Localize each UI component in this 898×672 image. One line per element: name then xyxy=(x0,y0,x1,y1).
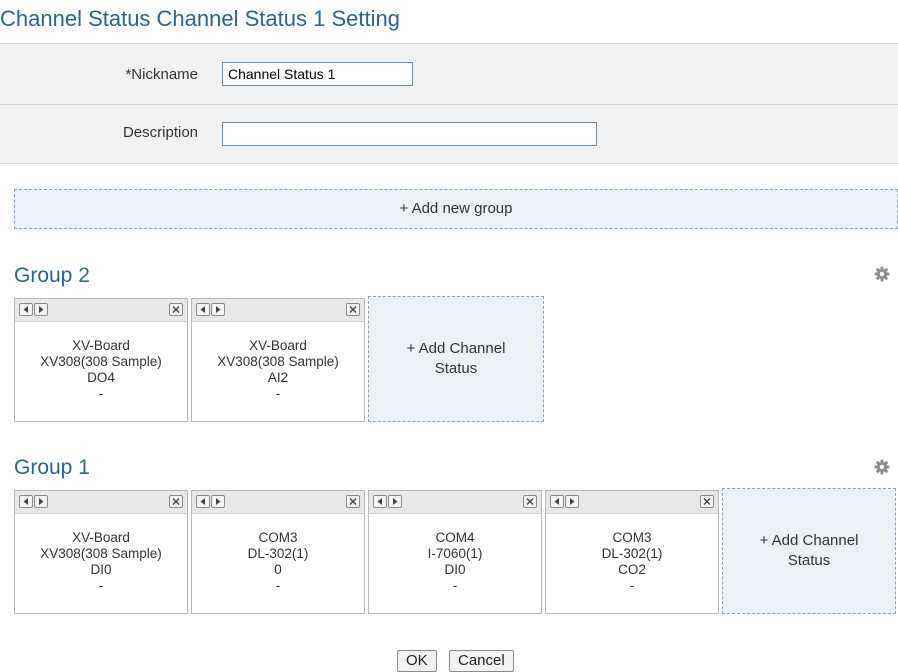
add-new-group-button[interactable]: + Add new group xyxy=(14,189,898,229)
nickname-row: *Nickname xyxy=(0,44,898,105)
arrow-right-icon[interactable] xyxy=(34,303,48,316)
card-line: 0 xyxy=(274,562,282,577)
add-channel-label: + Add Channel xyxy=(759,532,859,549)
arrow-left-icon[interactable] xyxy=(373,495,387,508)
card-line: - xyxy=(275,578,281,593)
nickname-input[interactable] xyxy=(222,62,413,86)
card-line: I-7060(1) xyxy=(427,546,483,561)
group-1-title: Group 1 xyxy=(14,456,90,479)
nickname-label: *Nickname xyxy=(125,66,198,83)
close-icon[interactable] xyxy=(346,495,360,508)
gear-icon[interactable] xyxy=(874,266,890,282)
add-channel-status-button[interactable]: + Add Channel Status xyxy=(722,488,896,614)
arrow-right-icon[interactable] xyxy=(388,495,402,508)
card-line: DO4 xyxy=(87,370,115,385)
card-body: XV-Board XV308(308 Sample) AI2- xyxy=(192,322,364,402)
card-body: XV-Board XV308(308 Sample) DO4- xyxy=(15,322,187,402)
card-line: CO2 xyxy=(618,562,646,577)
close-icon[interactable] xyxy=(523,495,537,508)
add-channel-label: Status xyxy=(787,552,831,569)
card-line: COM3 xyxy=(258,530,298,545)
add-channel-status-button[interactable]: + Add Channel Status xyxy=(368,296,544,422)
card-body: COM4 I-7060(1) DI0- xyxy=(369,514,541,594)
card-line: XV-Board xyxy=(72,338,130,353)
cancel-button[interactable]: Cancel xyxy=(449,650,514,672)
channel-card[interactable]: COM3 DL-302(1) CO2- xyxy=(545,490,719,614)
card-toolbar xyxy=(15,491,187,514)
card-body: XV-Board XV308(308 Sample) DI0- xyxy=(15,514,187,594)
close-icon[interactable] xyxy=(346,303,360,316)
card-line: AI2 xyxy=(267,370,289,385)
arrow-right-icon[interactable] xyxy=(34,495,48,508)
card-line: XV308(308 Sample) xyxy=(40,354,162,369)
close-icon[interactable] xyxy=(700,495,714,508)
card-line: XV308(308 Sample) xyxy=(217,354,339,369)
card-line: XV-Board xyxy=(72,530,130,545)
add-channel-label: + Add Channel xyxy=(406,340,506,357)
card-line: COM3 xyxy=(612,530,652,545)
card-toolbar xyxy=(546,491,718,514)
card-line: DI0 xyxy=(444,562,466,577)
card-line: DL-302(1) xyxy=(601,546,663,561)
card-body: COM3 DL-302(1) CO2- xyxy=(546,514,718,594)
ok-button[interactable]: OK xyxy=(397,650,437,672)
arrow-left-icon[interactable] xyxy=(550,495,564,508)
card-line: - xyxy=(452,578,458,593)
card-line: - xyxy=(98,578,104,593)
card-toolbar xyxy=(15,299,187,322)
description-label: Description xyxy=(122,124,198,141)
card-toolbar xyxy=(369,491,541,514)
channel-card[interactable]: XV-Board XV308(308 Sample) AI2- xyxy=(191,298,365,422)
card-toolbar xyxy=(192,491,364,514)
arrow-right-icon[interactable] xyxy=(211,495,225,508)
card-line: - xyxy=(629,578,635,593)
gear-icon[interactable] xyxy=(874,459,890,475)
description-row: Description xyxy=(0,105,898,164)
arrow-left-icon[interactable] xyxy=(19,303,33,316)
card-line: XV308(308 Sample) xyxy=(40,546,162,561)
card-line: XV-Board xyxy=(249,338,307,353)
card-toolbar xyxy=(192,299,364,322)
settings-form: *Nickname Description xyxy=(0,43,898,164)
card-body: COM3 DL-302(1) 0- xyxy=(192,514,364,594)
arrow-right-icon[interactable] xyxy=(565,495,579,508)
card-line: DI0 xyxy=(90,562,112,577)
card-line: COM4 xyxy=(435,530,475,545)
arrow-left-icon[interactable] xyxy=(196,303,210,316)
arrow-left-icon[interactable] xyxy=(19,495,33,508)
channel-card[interactable]: COM4 I-7060(1) DI0- xyxy=(368,490,542,614)
card-line: - xyxy=(98,386,104,401)
arrow-right-icon[interactable] xyxy=(211,303,225,316)
add-channel-label: Status xyxy=(434,360,478,377)
channel-card[interactable]: COM3 DL-302(1) 0- xyxy=(191,490,365,614)
channel-card[interactable]: XV-Board XV308(308 Sample) DI0- xyxy=(14,490,188,614)
channel-card[interactable]: XV-Board XV308(308 Sample) DO4- xyxy=(14,298,188,422)
card-line: DL-302(1) xyxy=(247,546,309,561)
card-line: - xyxy=(275,386,281,401)
arrow-left-icon[interactable] xyxy=(196,495,210,508)
group-2-title: Group 2 xyxy=(14,264,90,287)
description-input[interactable] xyxy=(222,122,597,146)
page-title: Channel Status Channel Status 1 Setting xyxy=(0,6,400,31)
close-icon[interactable] xyxy=(169,495,183,508)
close-icon[interactable] xyxy=(169,303,183,316)
